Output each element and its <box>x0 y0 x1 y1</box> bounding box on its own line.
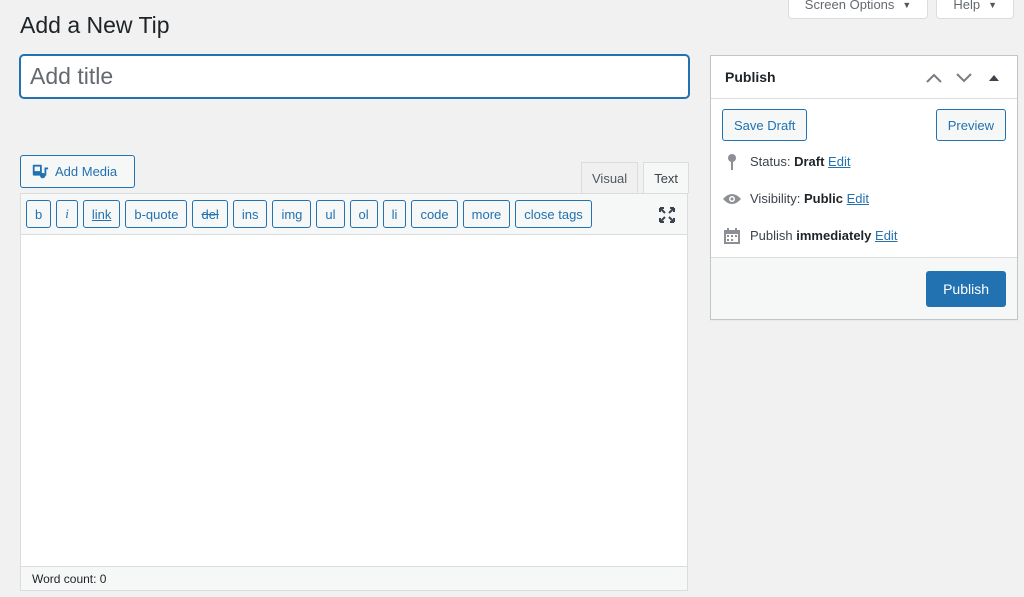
minor-publishing-actions: Save Draft Preview <box>711 99 1017 141</box>
add-media-button[interactable]: Add Media <box>20 155 135 188</box>
quicktags-toolbar: b i link b-quote del ins img ul ol li co… <box>21 194 687 235</box>
publish-box-header: Publish <box>711 56 1017 99</box>
add-media-label: Add Media <box>55 164 118 179</box>
publish-box: Publish Save Draft Preview Status: Draft… <box>710 55 1018 320</box>
edit-schedule-link[interactable]: Edit <box>875 228 897 243</box>
qt-ol-button[interactable]: ol <box>349 200 378 228</box>
qt-code-button[interactable]: code <box>411 200 458 228</box>
schedule-label: Publish <box>750 228 797 243</box>
collapse-toggle-icon[interactable] <box>981 68 1007 88</box>
calendar-icon <box>722 227 742 245</box>
status-row: Status: Draft Edit <box>711 143 1017 180</box>
editor-status-bar: Word count: 0 <box>21 566 687 590</box>
preview-button[interactable]: Preview <box>935 109 1006 141</box>
fullscreen-icon[interactable] <box>657 205 677 225</box>
qt-del-button[interactable]: del <box>192 200 228 228</box>
qt-img-button[interactable]: img <box>272 200 312 228</box>
qt-ul-button[interactable]: ul <box>316 200 345 228</box>
screen-meta: Screen Options ▼ Help ▼ <box>787 0 1014 19</box>
help-label: Help <box>953 0 981 12</box>
publish-box-title: Publish <box>725 69 776 85</box>
screen-options-button[interactable]: Screen Options ▼ <box>787 0 929 19</box>
caret-down-icon: ▼ <box>988 0 997 10</box>
qt-more-button[interactable]: more <box>462 200 511 228</box>
visibility-label: Visibility: <box>750 191 804 206</box>
editor-tabs: Visual Text <box>581 162 690 193</box>
tab-text[interactable]: Text <box>643 162 690 193</box>
qt-bold-button[interactable]: b <box>26 200 52 228</box>
post-title-input[interactable] <box>20 55 689 98</box>
media-icon <box>32 164 49 178</box>
tab-visual[interactable]: Visual <box>581 162 639 193</box>
move-down-icon[interactable] <box>951 68 977 88</box>
qt-ins-button[interactable]: ins <box>232 200 268 228</box>
qt-li-button[interactable]: li <box>382 200 407 228</box>
caret-down-icon: ▼ <box>902 0 912 10</box>
visibility-row: Visibility: Public Edit <box>711 180 1017 217</box>
schedule-value: immediately <box>796 228 872 243</box>
schedule-row: Publish immediately Edit <box>711 217 1017 254</box>
screen-options-label: Screen Options <box>804 0 895 12</box>
editor: b i link b-quote del ins img ul ol li co… <box>20 193 688 591</box>
edit-status-link[interactable]: Edit <box>828 154 850 169</box>
visibility-value: Public <box>803 191 843 206</box>
save-draft-button[interactable]: Save Draft <box>722 109 808 141</box>
publish-box-controls <box>921 68 1007 88</box>
status-label: Status: <box>750 154 795 169</box>
qt-blockquote-button[interactable]: b-quote <box>125 200 188 228</box>
major-publishing-actions: Publish <box>711 257 1017 319</box>
pin-icon <box>722 153 742 171</box>
word-count: Word count: 0 <box>32 571 107 586</box>
status-value: Draft <box>794 154 825 169</box>
publish-button[interactable]: Publish <box>926 270 1006 307</box>
qt-italic-button[interactable]: i <box>56 200 78 228</box>
move-up-icon[interactable] <box>921 68 947 88</box>
edit-visibility-link[interactable]: Edit <box>847 191 869 206</box>
qt-link-button[interactable]: link <box>82 200 121 228</box>
eye-icon <box>722 192 742 206</box>
page-title: Add a New Tip <box>20 12 170 38</box>
content-textarea[interactable] <box>21 235 687 567</box>
help-button[interactable]: Help ▼ <box>936 0 1014 19</box>
qt-close-tags-button[interactable]: close tags <box>515 200 592 228</box>
